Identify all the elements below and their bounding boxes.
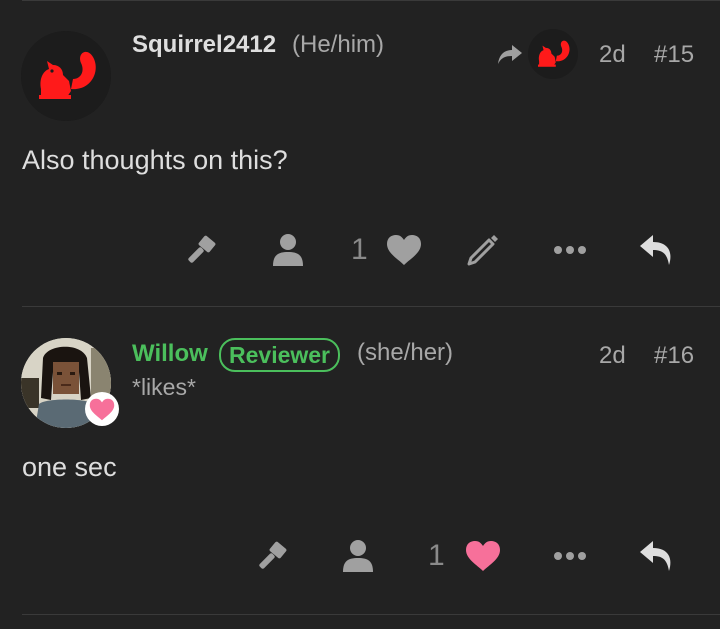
reply-to-indicator[interactable] (496, 40, 524, 70)
like-button[interactable] (383, 230, 425, 270)
ellipsis-icon (554, 246, 586, 254)
reply-button[interactable] (634, 230, 680, 270)
post-number[interactable]: #15 (654, 41, 694, 69)
post-15: Squirrel2412 (He/him) 2d #15 Also though… (0, 0, 720, 306)
heart-icon (387, 235, 421, 265)
post-age[interactable]: 2d (599, 41, 626, 69)
red-squirrel-icon (21, 31, 111, 121)
gavel-icon (188, 235, 216, 263)
heart-icon (466, 541, 500, 571)
post-body: Also thoughts on this? (22, 145, 288, 175)
edit-button[interactable] (462, 230, 504, 270)
reply-arrow-icon (640, 235, 671, 265)
more-options-button[interactable] (548, 232, 592, 268)
gavel-icon (259, 541, 287, 569)
flag-button[interactable] (180, 232, 224, 272)
reply-to-avatar[interactable] (528, 29, 578, 79)
share-arrow-icon (498, 45, 522, 64)
user-avatar[interactable] (21, 338, 119, 428)
reply-arrow-icon (640, 541, 671, 571)
admin-menu-button[interactable] (268, 230, 308, 270)
like-count[interactable]: 1 (351, 233, 368, 267)
user-icon (343, 540, 373, 572)
admin-menu-button[interactable] (338, 536, 378, 576)
like-button[interactable] (462, 536, 504, 576)
bottom-divider (22, 614, 720, 615)
post-age[interactable]: 2d (599, 342, 626, 370)
red-squirrel-icon (538, 40, 570, 67)
like-count[interactable]: 1 (428, 539, 445, 573)
user-icon (273, 234, 303, 266)
more-options-button[interactable] (548, 538, 592, 574)
post-16: Willow Reviewer (she/her) *likes* 2d #16… (0, 306, 720, 616)
post-body: one sec (22, 452, 117, 482)
user-pronouns: (she/her) (357, 339, 454, 366)
heart-icon (89, 398, 115, 420)
ellipsis-icon (554, 552, 586, 560)
username[interactable]: Squirrel2412 (132, 31, 276, 59)
post-number[interactable]: #16 (654, 342, 694, 370)
username[interactable]: Willow (132, 340, 208, 368)
user-avatar[interactable] (21, 31, 111, 121)
reviewer-badge: Reviewer (219, 338, 341, 372)
user-pronouns: (He/him) (292, 31, 385, 58)
flag-button[interactable] (251, 538, 295, 578)
reply-button[interactable] (634, 536, 680, 576)
user-status: *likes* (132, 374, 196, 400)
heart-status-badge (85, 392, 119, 426)
pencil-icon (467, 235, 498, 266)
